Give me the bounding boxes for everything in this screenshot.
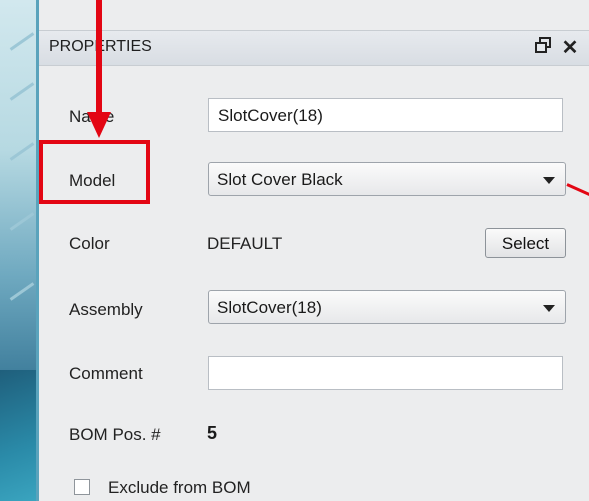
bom-pos-label: BOM Pos. # [69, 425, 161, 444]
decorative-stripe [9, 212, 35, 231]
name-field[interactable]: SlotCover(18) [208, 98, 563, 132]
properties-panel: PROPERTIES ✕ Name SlotCover(18) Model Sl… [39, 0, 589, 501]
decorative-stripe [9, 142, 35, 161]
assembly-label: Assembly [69, 300, 143, 319]
exclude-from-bom-label: Exclude from BOM [108, 478, 251, 497]
close-icon[interactable]: ✕ [559, 35, 581, 59]
decorative-stripe [9, 82, 35, 101]
comment-label: Comment [69, 364, 143, 383]
decorative-panel [0, 370, 36, 501]
annotation-arrow-head [87, 112, 111, 138]
color-label: Color [69, 234, 110, 253]
panel-titlebar: PROPERTIES ✕ [39, 30, 589, 66]
comment-field[interactable] [208, 356, 563, 390]
model-select[interactable]: Slot Cover Black [208, 162, 566, 196]
exclude-from-bom-checkbox[interactable] [74, 479, 90, 495]
assembly-select[interactable]: SlotCover(18) [208, 290, 566, 324]
pin-icon[interactable] [533, 36, 553, 58]
chevron-down-icon [543, 177, 555, 184]
bom-pos-value: 5 [207, 423, 218, 443]
background-image-strip [0, 0, 36, 501]
model-select-value: Slot Cover Black [217, 170, 343, 189]
chevron-down-icon [543, 305, 555, 312]
assembly-select-value: SlotCover(18) [217, 298, 322, 317]
decorative-stripe [9, 32, 35, 51]
decorative-stripe [9, 282, 35, 301]
annotation-arrow-shaft [96, 0, 102, 118]
color-select-button[interactable]: Select [485, 228, 566, 258]
color-value: DEFAULT [207, 234, 283, 253]
annotation-highlight-box [39, 140, 150, 204]
